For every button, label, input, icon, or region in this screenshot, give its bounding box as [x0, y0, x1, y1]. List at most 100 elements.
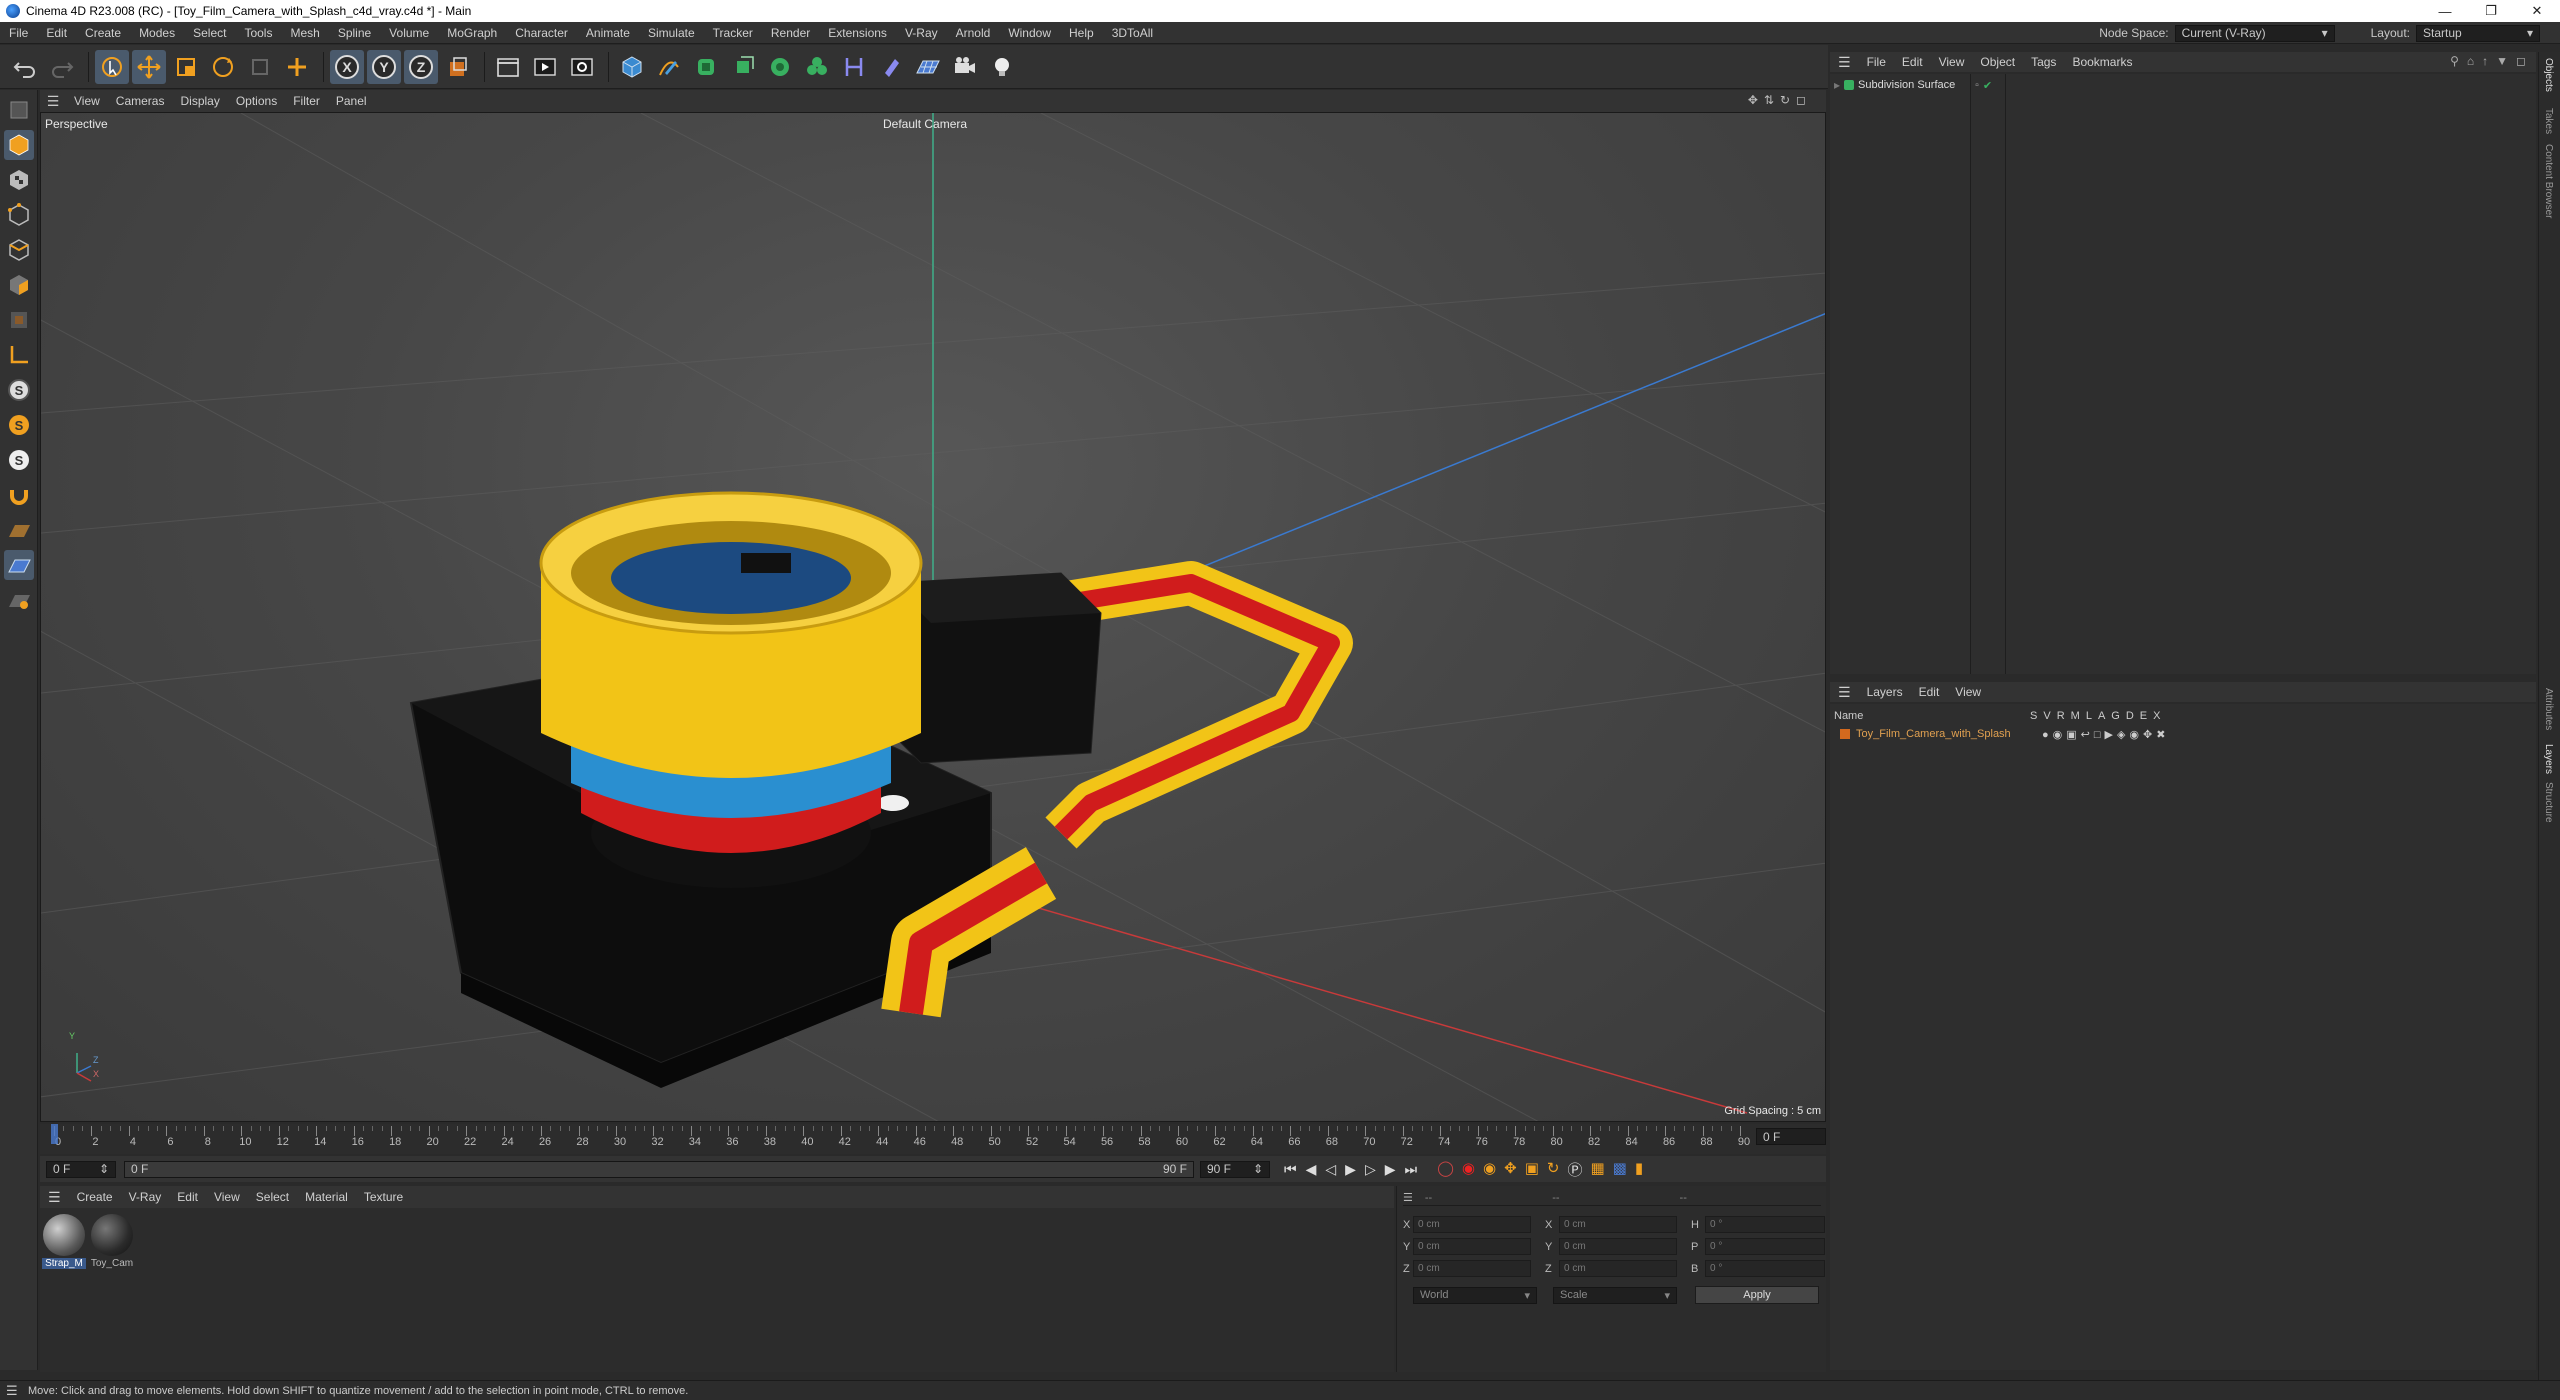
previous-frame-icon[interactable]: ◁ — [1325, 1161, 1336, 1178]
rotate-tool-button[interactable] — [206, 50, 240, 84]
render-region-button[interactable] — [491, 50, 525, 84]
coordinate-space-dropdown[interactable]: World ▾ — [1413, 1286, 1537, 1304]
record-keys-icon[interactable]: ◯ — [1437, 1159, 1454, 1180]
3d-viewport[interactable]: Perspective Default Camera Grid Spacing … — [40, 112, 1826, 1122]
menu-spline[interactable]: Spline — [329, 26, 380, 40]
viewport-menu-options[interactable]: Options — [228, 94, 285, 108]
menu-3dtoall[interactable]: 3DToAll — [1103, 26, 1162, 40]
create-tool-button[interactable] — [280, 50, 314, 84]
floor-button[interactable] — [911, 50, 945, 84]
point-mode-button[interactable] — [4, 200, 34, 230]
subdivision-surface-button[interactable] — [689, 50, 723, 84]
menu-volume[interactable]: Volume — [380, 26, 438, 40]
viewport-menu-filter[interactable]: Filter — [285, 94, 328, 108]
coordinate-mode-dropdown[interactable]: Scale ▾ — [1553, 1286, 1677, 1304]
menu-arnold[interactable]: Arnold — [947, 26, 1000, 40]
snap-settings-button[interactable]: S — [4, 410, 34, 440]
object-menu-object[interactable]: Object — [1972, 55, 2023, 69]
rot-b-field[interactable]: 0 ° — [1705, 1260, 1825, 1277]
menu-tracker[interactable]: Tracker — [704, 26, 762, 40]
camera-label[interactable]: Default Camera — [883, 117, 967, 131]
menu-character[interactable]: Character — [506, 26, 577, 40]
object-menu-edit[interactable]: Edit — [1894, 55, 1931, 69]
recent-tool-button[interactable] — [243, 50, 277, 84]
motion-clip-icon[interactable]: ▮ — [1635, 1159, 1643, 1180]
menu-help[interactable]: Help — [1060, 26, 1103, 40]
minimize-button[interactable]: — — [2422, 0, 2468, 22]
menu-render[interactable]: Render — [762, 26, 819, 40]
expand-icon[interactable]: ▸ — [1834, 78, 1840, 92]
tab-attributes[interactable]: Attributes — [2543, 688, 2554, 730]
material-menu-view[interactable]: View — [206, 1190, 248, 1204]
autokey-icon[interactable]: ◉ — [1462, 1159, 1475, 1180]
coordinate-system-button[interactable] — [441, 50, 475, 84]
object-menu-view[interactable]: View — [1931, 55, 1973, 69]
layer-menu-view[interactable]: View — [1947, 685, 1989, 699]
maximize-view-icon[interactable]: ◻ — [1796, 93, 1812, 107]
x-axis-lock-button[interactable]: X — [330, 49, 364, 84]
up-arrow-icon[interactable]: ↑ — [2482, 54, 2488, 68]
next-key-icon[interactable]: ▶ — [1385, 1161, 1396, 1178]
visibility-icon[interactable]: ▫ — [1975, 80, 1979, 91]
timeline-current-frame-field[interactable]: 0 F — [1756, 1128, 1826, 1145]
menu-vray[interactable]: V-Ray — [896, 26, 947, 40]
make-editable-button[interactable] — [4, 95, 34, 125]
tab-objects[interactable]: Objects — [2543, 58, 2554, 92]
object-menu-bookmarks[interactable]: Bookmarks — [2064, 55, 2140, 69]
workplane-grid-button[interactable] — [4, 550, 34, 580]
viewport-menu-panel[interactable]: Panel — [328, 94, 375, 108]
menu-modes[interactable]: Modes — [130, 26, 184, 40]
field-button[interactable] — [874, 50, 908, 84]
redo-button[interactable] — [45, 50, 79, 84]
rot-p-field[interactable]: 0 ° — [1705, 1238, 1825, 1255]
z-axis-lock-button[interactable]: Z — [404, 49, 438, 84]
next-frame-icon[interactable]: ▷ — [1365, 1161, 1376, 1178]
search-icon[interactable]: ⚲ — [2450, 54, 2459, 68]
select-tool-button[interactable] — [95, 49, 129, 84]
menu-window[interactable]: Window — [999, 26, 1060, 40]
tab-content-browser[interactable]: Content Browser — [2543, 144, 2554, 218]
menu-select[interactable]: Select — [184, 26, 235, 40]
menu-file[interactable]: File — [0, 26, 37, 40]
uv-mode-button[interactable] — [4, 305, 34, 335]
node-space-dropdown[interactable]: Current (V-Ray) ▾ — [2174, 24, 2335, 42]
menu-create[interactable]: Create — [76, 26, 130, 40]
menu-animate[interactable]: Animate — [577, 26, 639, 40]
menu-extensions[interactable]: Extensions — [819, 26, 896, 40]
restore-button[interactable]: ❐ — [2468, 0, 2514, 22]
rotate-view-icon[interactable]: ↻ — [1780, 93, 1796, 107]
light-button[interactable] — [985, 50, 1019, 84]
hamburger-menu-icon[interactable]: ☰ — [1830, 54, 1859, 71]
move-tool-button[interactable] — [132, 49, 166, 84]
cloner-button[interactable] — [763, 50, 797, 84]
size-x-field[interactable]: 0 cm — [1559, 1216, 1677, 1233]
pos-z-field[interactable]: 0 cm — [1413, 1260, 1531, 1277]
polygon-mode-button[interactable] — [4, 270, 34, 300]
size-z-field[interactable]: 0 cm — [1559, 1260, 1677, 1277]
timeline-ruler[interactable]: 0 2 4 6 8 10 12 14 16 18 20 22 24 26 28 30 32 34 36 38 40 42 4… — [40, 1124, 1780, 1152]
key-pla-icon[interactable]: ▦ — [1590, 1159, 1604, 1180]
render-settings-button[interactable] — [565, 50, 599, 84]
workplane-button[interactable] — [4, 340, 34, 370]
go-to-start-icon[interactable]: ⏮ — [1284, 1161, 1297, 1178]
extrude-button[interactable] — [726, 50, 760, 84]
layer-row[interactable]: Toy_Film_Camera_with_Splash ●◉▣↩□▶◈◉✥✖ — [1830, 726, 2536, 742]
start-frame-field[interactable]: 0 F ⇕ — [46, 1160, 116, 1178]
key-scale-icon[interactable]: ▣ — [1525, 1159, 1539, 1180]
texture-mode-button[interactable] — [4, 165, 34, 195]
close-button[interactable]: ✕ — [2514, 0, 2560, 22]
texture-axis-button[interactable] — [4, 515, 34, 545]
key-parameter-icon[interactable]: Ⓟ — [1567, 1159, 1582, 1180]
magnet-button[interactable] — [4, 480, 34, 510]
play-icon[interactable]: ▶ — [1345, 1161, 1356, 1178]
quantize-button[interactable]: S — [4, 445, 34, 475]
hamburger-menu-icon[interactable]: ☰ — [40, 1189, 69, 1206]
menu-edit[interactable]: Edit — [37, 26, 76, 40]
y-axis-lock-button[interactable]: Y — [367, 49, 401, 84]
material-menu-create[interactable]: Create — [69, 1190, 121, 1204]
menu-tools[interactable]: Tools — [235, 26, 281, 40]
material-swatch[interactable]: Toy_Cam — [90, 1214, 134, 1269]
playhead[interactable] — [51, 1124, 58, 1144]
model-mode-button[interactable] — [4, 130, 34, 160]
material-menu-select[interactable]: Select — [248, 1190, 297, 1204]
